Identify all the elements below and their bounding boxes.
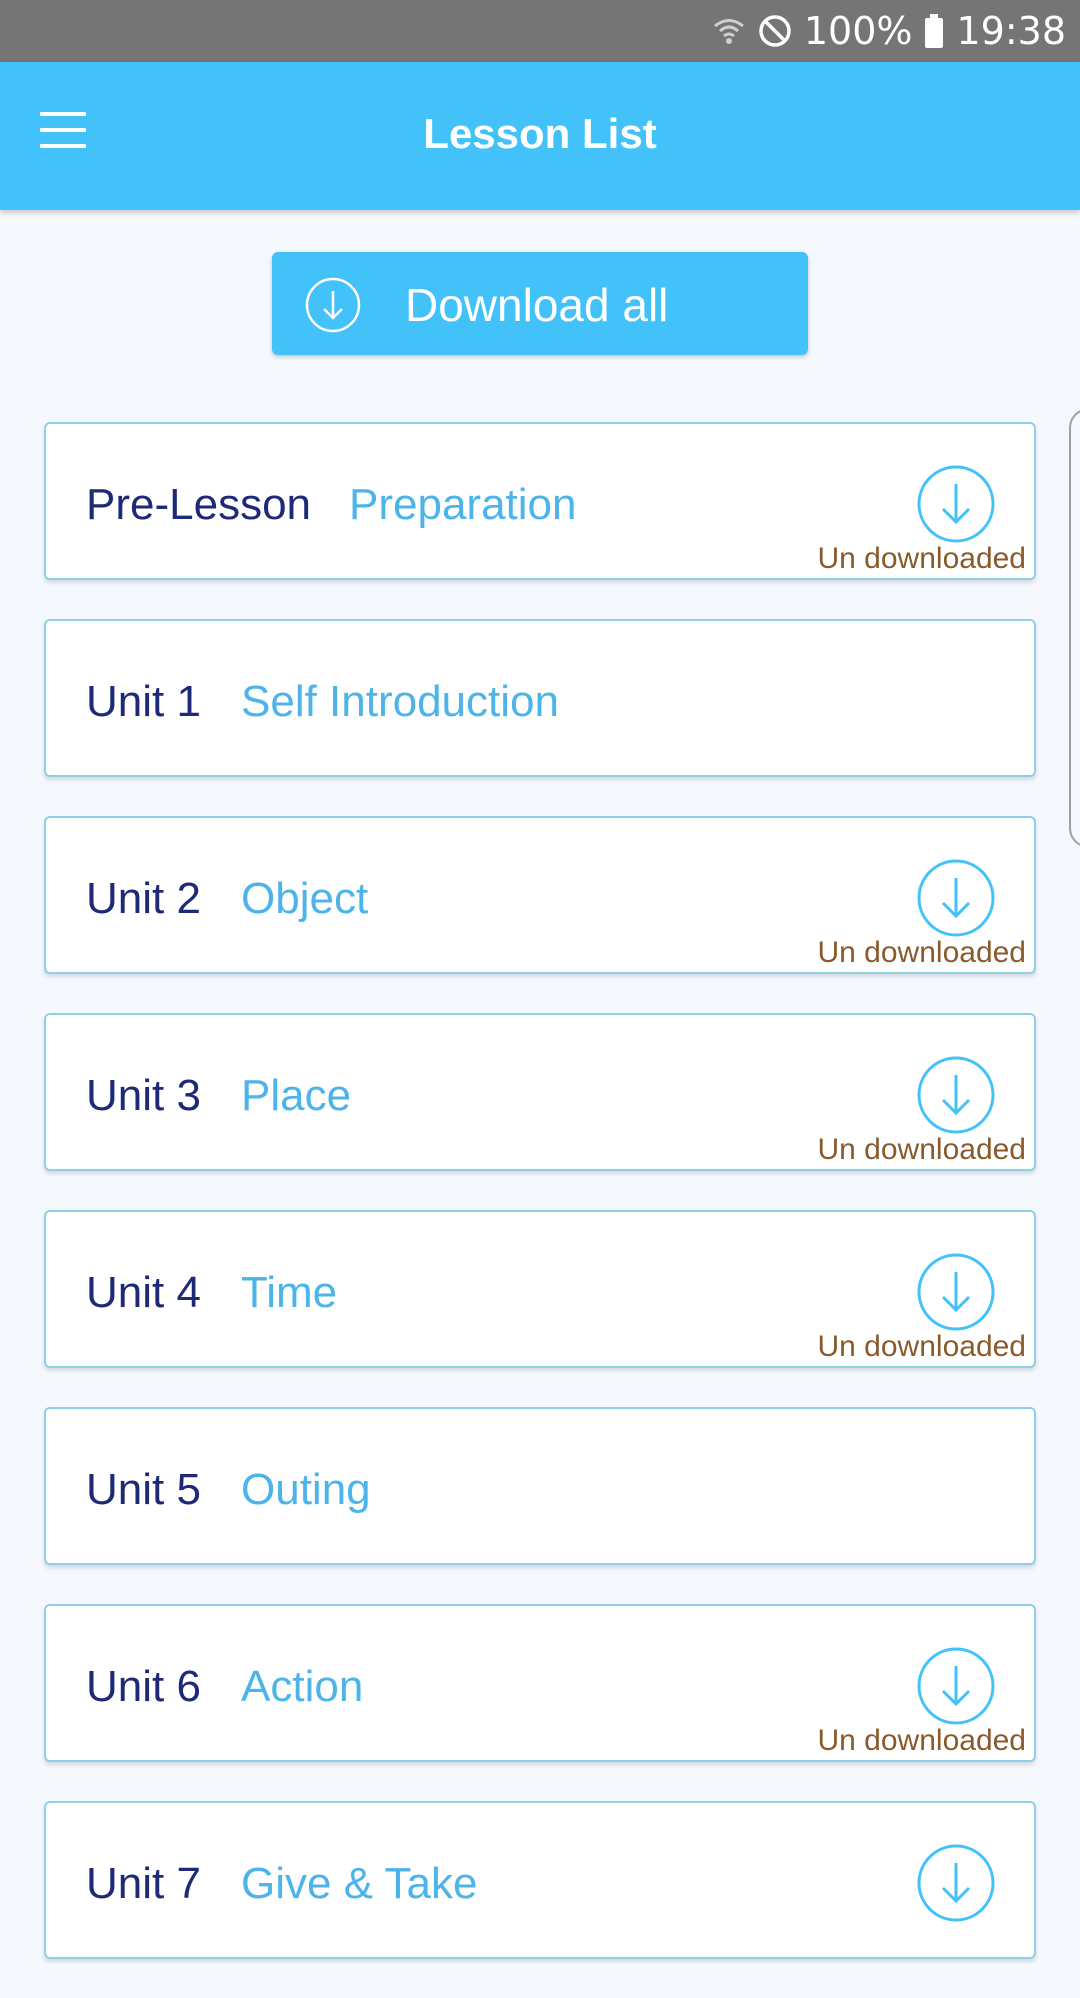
lesson-title: Self Introduction [241, 677, 559, 726]
lesson-unit-label: Pre-Lesson [86, 480, 312, 529]
wifi-icon [712, 13, 746, 49]
download-all-button[interactable]: Download all [272, 252, 808, 355]
download-status: Un downloaded [817, 936, 1027, 969]
lesson-unit-label: Unit 4 [86, 1268, 201, 1317]
side-panel-handle[interactable] [1069, 408, 1080, 848]
download-circle-icon[interactable] [916, 1252, 996, 1337]
clock-time: 19:38 [956, 9, 1066, 53]
lesson-title: Place [241, 1071, 352, 1120]
download-status: Un downloaded [817, 1330, 1027, 1363]
lesson-unit-label: Unit 6 [86, 1662, 201, 1711]
download-all-label: Download all [405, 279, 669, 331]
lesson-unit-label: Unit 7 [86, 1859, 201, 1908]
lesson-title: Time [241, 1268, 338, 1317]
lesson-card[interactable]: Unit 7 Give & Take [44, 1801, 1036, 1959]
lesson-unit-label: Unit 1 [86, 677, 201, 726]
download-status: Un downloaded [817, 1133, 1027, 1166]
download-status: Un downloaded [817, 542, 1027, 575]
download-circle-icon[interactable] [916, 858, 996, 943]
battery-icon [924, 14, 944, 48]
do-not-disturb-icon [758, 14, 792, 48]
lesson-list: Pre-Lesson Preparation Un downloaded Uni… [44, 422, 1036, 1998]
download-circle-icon[interactable] [916, 464, 996, 549]
lesson-title: Preparation [349, 480, 577, 529]
battery-percent: 100% [803, 9, 913, 53]
lesson-unit-label: Unit 5 [86, 1465, 201, 1514]
lesson-title: Outing [241, 1465, 371, 1514]
lesson-card[interactable]: Unit 2 Object Un downloaded [44, 816, 1036, 974]
download-status: Un downloaded [817, 1724, 1027, 1757]
lesson-title: Object [241, 874, 369, 923]
lesson-card[interactable]: Unit 3 Place Un downloaded [44, 1013, 1036, 1171]
download-circle-icon[interactable] [916, 1646, 996, 1731]
status-bar: 100% 19:38 [0, 0, 1080, 62]
lesson-card[interactable]: Pre-Lesson Preparation Un downloaded [44, 422, 1036, 580]
download-circle-icon [304, 276, 362, 339]
lesson-card[interactable]: Unit 4 Time Un downloaded [44, 1210, 1036, 1368]
download-circle-icon[interactable] [916, 1055, 996, 1140]
lesson-card[interactable]: Unit 5 Outing [44, 1407, 1036, 1565]
download-circle-icon[interactable] [916, 1843, 996, 1928]
lesson-unit-label: Unit 3 [86, 1071, 201, 1120]
lesson-card[interactable]: Unit 6 Action Un downloaded [44, 1604, 1036, 1762]
lesson-title: Action [241, 1662, 364, 1711]
app-bar: Lesson List [0, 62, 1080, 210]
lesson-unit-label: Unit 2 [86, 874, 201, 923]
lesson-title: Give & Take [241, 1859, 478, 1908]
page-title: Lesson List [423, 110, 657, 157]
lesson-card[interactable]: Unit 1 Self Introduction [44, 619, 1036, 777]
